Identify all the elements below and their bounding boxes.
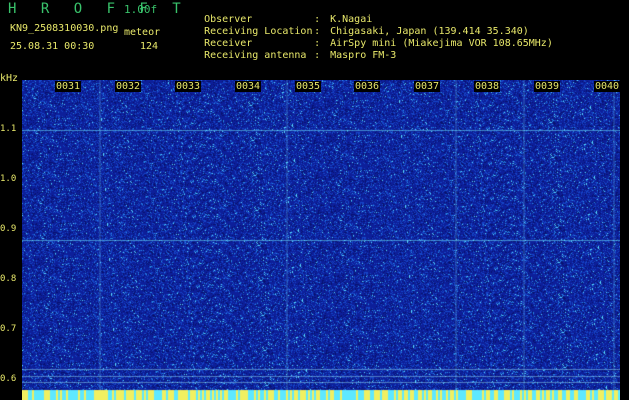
version-label: 1.00f xyxy=(124,3,158,16)
x-tick-label: 0034 xyxy=(235,81,262,92)
y-axis-unit: kHz xyxy=(0,73,19,84)
count-label: 124 xyxy=(140,41,159,52)
timestamp-label: 25.08.31 00:30 xyxy=(10,41,95,52)
header-panel: H R O F F T 1.00f KN9_2508310030.png met… xyxy=(0,0,629,80)
spectrogram-canvas xyxy=(22,80,620,400)
y-tick-label: 1.0 xyxy=(0,174,17,184)
y-tick-label: 0.8 xyxy=(0,274,17,284)
x-tick-label: 0038 xyxy=(474,81,501,92)
y-tick-label: 0.6 xyxy=(0,374,17,384)
x-tick-label: 0032 xyxy=(115,81,142,92)
x-tick-label: 0036 xyxy=(354,81,381,92)
x-tick-label: 0040 xyxy=(594,81,621,92)
app-title: H R O F F T xyxy=(8,1,189,17)
meta-key: Receiving antenna xyxy=(204,50,307,61)
x-tick-label: 0035 xyxy=(295,81,322,92)
x-tick-label: 0031 xyxy=(55,81,82,92)
x-tick-label: 0039 xyxy=(534,81,561,92)
y-tick-label: 0.7 xyxy=(0,324,17,334)
y-tick-label: 0.9 xyxy=(0,224,17,234)
y-tick-label: 1.1 xyxy=(0,124,17,134)
spectrogram-waterfall[interactable] xyxy=(22,80,620,400)
x-tick-label: 0037 xyxy=(414,81,441,92)
x-tick-label: 0033 xyxy=(175,81,202,92)
meta-value: Maspro FM-3 xyxy=(330,50,397,61)
meta-antenna: Receiving antenna: Maspro FM-3 xyxy=(204,50,397,61)
mode-label: meteor xyxy=(124,27,161,38)
filename-label: KN9_2508310030.png xyxy=(10,23,119,34)
